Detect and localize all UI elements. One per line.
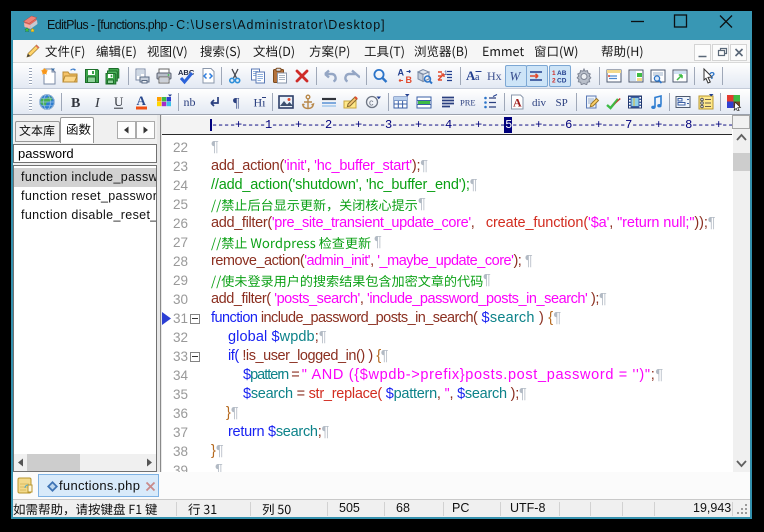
svg-text:A: A [513,96,522,110]
svg-text:A: A [137,93,147,108]
svg-text:I: I [94,96,101,111]
svg-text:W: W [510,69,522,84]
svg-text:PRE: PRE [460,98,476,108]
svg-text:¶: ¶ [233,96,240,111]
svg-text:Hx: Hx [487,69,502,83]
svg-text:SP: SP [556,97,568,109]
svg-text:ABC: ABC [178,68,195,77]
svg-text:B: B [406,75,413,85]
svg-text:1: 1 [552,70,556,77]
svg-text:2: 2 [552,78,556,85]
svg-text:?: ? [709,71,715,82]
svg-text:U: U [114,94,124,109]
svg-text:A: A [398,68,405,78]
svg-text:nb: nb [184,95,196,109]
svg-text:B: B [71,96,80,111]
svg-text:CD: CD [557,78,567,85]
svg-text:c: c [369,98,374,108]
svg-text:AB: AB [557,70,567,77]
svg-text:div: div [532,97,547,109]
svg-text:a: a [475,72,480,83]
